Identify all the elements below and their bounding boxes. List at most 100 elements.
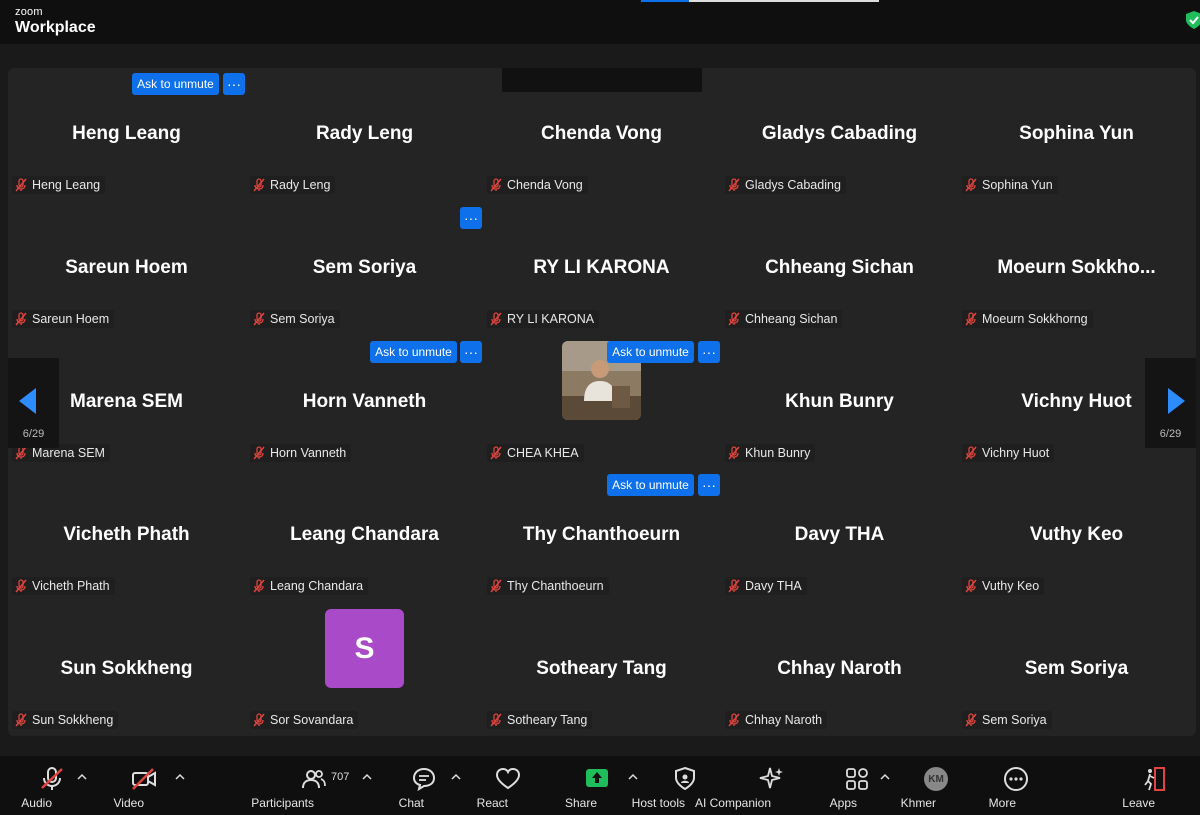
participant-name-label: Marena SEM — [32, 446, 105, 460]
more-options-icon[interactable]: ··· — [698, 474, 720, 496]
mic-muted-icon — [964, 312, 978, 326]
language-label: Khmer — [900, 796, 936, 810]
participant-name-label: Sareun Hoem — [32, 312, 110, 326]
chat-options-chevron-icon[interactable] — [451, 773, 461, 781]
participant-name-label: Gladys Cabading — [745, 178, 841, 192]
language-avatar: KM — [924, 767, 948, 791]
participant-tile[interactable]: RY LI KARONA RY LI KARONA — [483, 202, 720, 336]
mic-muted-icon — [14, 713, 28, 727]
participant-tile[interactable]: Davy THA Davy THA — [721, 469, 958, 603]
participant-display-name: Vuthy Keo — [1029, 524, 1124, 545]
participant-tile[interactable]: Leang Chandara Leang Chandara — [246, 469, 483, 603]
participant-name-label: Sem Soriya — [982, 713, 1047, 727]
more-options-icon[interactable]: ··· — [223, 73, 245, 95]
participant-name-tag: Chheang Sichan — [725, 310, 843, 328]
participant-tile[interactable]: S Sor Sovandara — [246, 603, 483, 737]
participant-tile[interactable]: Sophina Yun Sophina Yun — [958, 68, 1195, 202]
apps-options-chevron-icon[interactable] — [880, 773, 890, 781]
participant-tile[interactable]: Vuthy Keo Vuthy Keo — [958, 469, 1195, 603]
participant-name-tag: Vichny Huot — [962, 444, 1055, 462]
participant-tile[interactable]: Chheang Sichan Chheang Sichan — [721, 202, 958, 336]
share-screen-icon — [586, 769, 608, 787]
audio-options-chevron-icon[interactable] — [77, 773, 87, 781]
ask-to-unmute-button[interactable]: Ask to unmute — [607, 474, 694, 496]
participant-display-name: Chheang Sichan — [765, 257, 914, 278]
participant-display-name: Thy Chanthoeurn — [522, 524, 681, 545]
participant-tile[interactable]: Sotheary Tang Sotheary Tang — [483, 603, 720, 737]
participant-tile[interactable]: Khun Bunry Khun Bunry — [721, 336, 958, 470]
mic-muted-icon — [14, 312, 28, 326]
participant-name-tag: Sun Sokkheng — [12, 711, 119, 729]
mic-muted-icon — [14, 178, 28, 192]
participant-name-tag: Gladys Cabading — [725, 176, 846, 194]
host-tools-label: Host tools — [631, 796, 686, 810]
participant-display-name: Moeurn Sokkho... — [997, 257, 1156, 278]
participant-name-tag: Sareun Hoem — [12, 310, 115, 328]
sparkle-icon — [759, 767, 783, 789]
participant-name-label: Horn Vanneth — [270, 446, 347, 460]
participant-tile[interactable]: Sareun Hoem Sareun Hoem — [8, 202, 245, 336]
mic-muted-icon — [964, 713, 978, 727]
video-label: Video — [113, 796, 145, 810]
participant-display-name: Khun Bunry — [785, 391, 894, 412]
participant-name-tag: Rady Leng — [250, 176, 336, 194]
share-label: Share — [564, 796, 597, 810]
participant-name-label: Heng Leang — [32, 178, 101, 192]
participant-tile[interactable]: Moeurn Sokkho... Moeurn Sokkhorng — [958, 202, 1195, 336]
participant-name-tag: Thy Chanthoeurn — [487, 577, 609, 595]
more-options-icon[interactable]: ··· — [460, 207, 482, 229]
ask-to-unmute-button[interactable]: Ask to unmute — [607, 341, 694, 363]
participant-tile[interactable]: Chenda Vong Chenda Vong — [483, 68, 720, 202]
leave-door-icon — [1144, 767, 1165, 791]
participant-tile[interactable]: Vicheth Phath Vicheth Phath — [8, 469, 245, 603]
ask-to-unmute-button[interactable]: Ask to unmute — [132, 73, 219, 95]
participant-tile[interactable]: Sun Sokkheng Sun Sokkheng — [8, 603, 245, 737]
mic-muted-icon — [489, 178, 503, 192]
page-indicator: 6/29 — [1159, 428, 1182, 440]
participants-options-chevron-icon[interactable] — [362, 773, 372, 781]
share-options-chevron-icon[interactable] — [628, 773, 638, 781]
participant-display-name: Chenda Vong — [540, 123, 663, 144]
participant-name-label: Leang Chandara — [270, 579, 364, 593]
participant-display-name: Gladys Cabading — [761, 123, 918, 144]
participant-tile[interactable]: Rady Leng Rady Leng — [246, 68, 483, 202]
camera-off-icon — [132, 768, 156, 790]
mic-muted-icon — [489, 446, 503, 460]
react-label: React — [476, 796, 509, 810]
participant-tile[interactable]: Sem Soriya Sem Soriya — [246, 202, 483, 336]
prev-page-button[interactable]: 6/29 — [8, 358, 59, 448]
participant-name-tag: Vicheth Phath — [12, 577, 115, 595]
next-page-button[interactable]: 6/29 — [1145, 358, 1196, 448]
mic-muted-icon — [489, 312, 503, 326]
participant-name-label: Sor Sovandara — [270, 713, 354, 727]
participant-tile[interactable]: Chhay Naroth Chhay Naroth — [721, 603, 958, 737]
apps-label: Apps — [829, 796, 858, 810]
participant-display-name: Sareun Hoem — [65, 257, 188, 278]
participant-display-name: Sun Sokkheng — [60, 658, 193, 679]
ask-to-unmute-button[interactable]: Ask to unmute — [370, 341, 457, 363]
more-options-icon[interactable]: ··· — [460, 341, 482, 363]
participant-display-name: Davy THA — [794, 524, 885, 545]
participant-name-tag: Heng Leang — [12, 176, 106, 194]
shield-check-icon[interactable] — [1186, 11, 1200, 29]
participant-display-name: Sotheary Tang — [536, 658, 667, 679]
video-options-chevron-icon[interactable] — [175, 773, 185, 781]
chat-bubble-icon — [412, 767, 436, 792]
participant-name-tag: Sophina Yun — [962, 176, 1058, 194]
participant-name-tag: Sem Soriya — [250, 310, 340, 328]
participant-name-label: Khun Bunry — [745, 446, 811, 460]
brand-top: zoom — [15, 6, 43, 18]
more-label: More — [988, 796, 1016, 810]
participant-tile[interactable]: Gladys Cabading Gladys Cabading — [721, 68, 958, 202]
more-options-icon[interactable]: ··· — [698, 341, 720, 363]
participant-name-tag: Sor Sovandara — [250, 711, 359, 729]
arrow-left-icon — [19, 388, 36, 414]
heart-icon — [495, 767, 521, 790]
zoom-logo: zoom Workplace — [15, 7, 96, 36]
chat-label: Chat — [398, 796, 425, 810]
mic-muted-icon — [727, 312, 741, 326]
participant-name-label: Sem Soriya — [270, 312, 335, 326]
participant-display-name: Sophina Yun — [1019, 123, 1134, 144]
participant-display-name: Horn Vanneth — [302, 391, 427, 412]
participant-tile[interactable]: Sem Soriya Sem Soriya — [958, 603, 1195, 737]
